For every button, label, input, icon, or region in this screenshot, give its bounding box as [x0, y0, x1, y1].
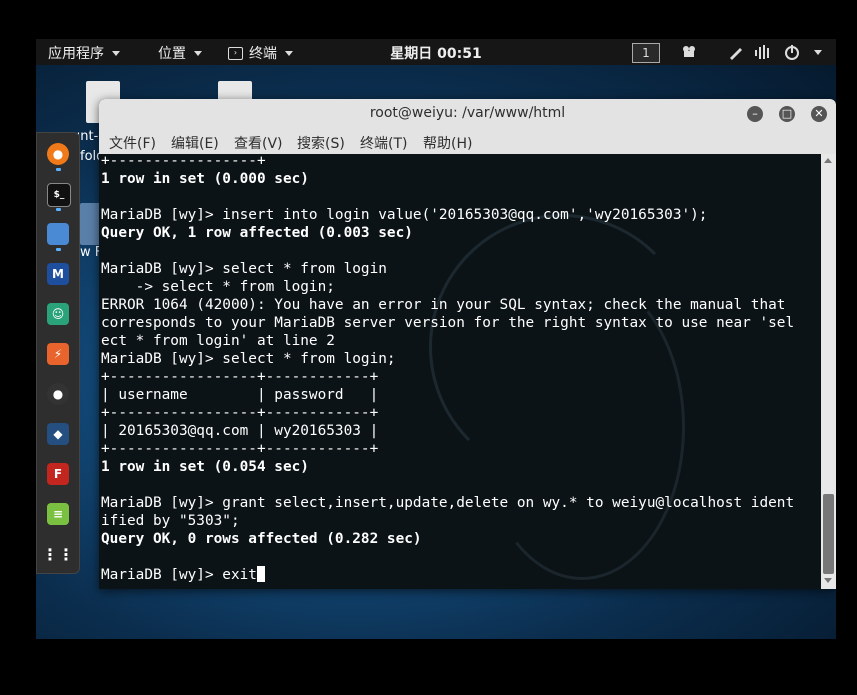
terminal-line: | 20165303@qq.com | wy20165303 |	[101, 422, 794, 440]
running-indicator	[56, 168, 61, 171]
terminal-line: MariaDB [wy]> select * from login;	[101, 350, 794, 368]
terminal-line: Query OK, 1 row affected (0.003 sec)	[101, 224, 794, 242]
show-apps-icon[interactable]: ⋮⋮	[42, 543, 74, 565]
files-icon[interactable]	[47, 223, 69, 245]
terminal-line-text: Query OK, 0 rows affected (0.282 sec)	[101, 531, 422, 547]
terminal-line: | username | password |	[101, 386, 794, 404]
running-indicator	[56, 208, 61, 211]
terminal-line: ified by "5303";	[101, 512, 794, 530]
maximize-button[interactable]: □	[779, 106, 795, 122]
terminal-output[interactable]: +-----------------+ 1 row in set (0.000 s…	[99, 154, 821, 589]
top-panel: 应用程序 位置 › 终端 星期日 00:51 1	[36, 39, 836, 65]
terminal-line: 1 row in set (0.000 sec)	[101, 170, 794, 188]
pen-icon[interactable]	[728, 44, 744, 64]
terminal-line: +-----------------+------------+	[101, 440, 794, 458]
terminal-line: +-----------------+------------+	[101, 368, 794, 386]
terminal-line-text: +-----------------+	[101, 154, 266, 169]
menu-help[interactable]: 帮助(H)	[423, 133, 472, 153]
menu-edit[interactable]: 编辑(E)	[171, 133, 219, 153]
metasploit-icon[interactable]: M	[47, 263, 69, 285]
clock[interactable]: 星期日 00:51	[36, 43, 836, 63]
terminal-lines: +-----------------+ 1 row in set (0.000 s…	[101, 154, 794, 584]
video-camera-icon[interactable]	[682, 44, 698, 58]
scroll-down-arrow[interactable]	[824, 578, 832, 583]
terminal-line: +-----------------+------------+	[101, 404, 794, 422]
terminal-line-text: ect * from login' at line 2	[101, 333, 335, 349]
terminal-line-text: | username | password |	[101, 387, 379, 403]
terminal-line-text: +-----------------+------------+	[101, 405, 379, 421]
menu-search[interactable]: 搜索(S)	[297, 133, 345, 153]
volume-icon[interactable]	[754, 44, 770, 64]
terminal-line: +-----------------+	[101, 154, 794, 170]
faraday-icon[interactable]: F	[47, 463, 69, 485]
terminal-line-text: +-----------------+------------+	[101, 441, 379, 457]
terminal-line: MariaDB [wy]> grant select,insert,update…	[101, 494, 794, 512]
terminal-line: -> select * from login;	[101, 278, 794, 296]
power-icon[interactable]	[784, 44, 800, 64]
menu-file[interactable]: 文件(F)	[109, 133, 156, 153]
terminal-line: MariaDB [wy]> exit	[101, 566, 794, 584]
text-cursor	[256, 566, 265, 582]
maltego-icon[interactable]: ●	[47, 383, 69, 405]
terminal-line: MariaDB [wy]> select * from login	[101, 260, 794, 278]
menu-view[interactable]: 查看(V)	[234, 133, 283, 153]
terminal-line-text: 1 row in set (0.054 sec)	[101, 459, 309, 475]
terminal-line-text: ERROR 1064 (42000): You have an error in…	[101, 297, 786, 313]
menu-bar: 文件(F) 编辑(E) 查看(V) 搜索(S) 终端(T) 帮助(H)	[99, 129, 836, 154]
terminal-line-text: 1 row in set (0.000 sec)	[101, 171, 309, 187]
minimize-button[interactable]: –	[747, 106, 763, 122]
terminal-icon[interactable]: $_	[47, 183, 71, 207]
terminal-line-text: MariaDB [wy]> grant select,insert,update…	[101, 495, 795, 511]
close-button[interactable]: ✕	[811, 106, 827, 122]
terminal-line: ERROR 1064 (42000): You have an error in…	[101, 296, 794, 314]
terminal-line-text: | 20165303@qq.com | wy20165303 |	[101, 423, 379, 439]
terminal-line-text: MariaDB [wy]> exit	[101, 567, 257, 583]
terminal-line-text: MariaDB [wy]> select * from login	[101, 261, 387, 277]
terminal-line-text: corresponds to your MariaDB server versi…	[101, 315, 795, 331]
dock: ● $_ M ☺ ⚡ ● ◆ F ≡ ⋮⋮	[36, 132, 80, 574]
burpsuite-icon[interactable]: ⚡	[47, 343, 69, 365]
window-title: root@weiyu: /var/www/html	[369, 105, 566, 121]
terminal-line: ect * from login' at line 2	[101, 332, 794, 350]
terminal-line: corresponds to your MariaDB server versi…	[101, 314, 794, 332]
terminal-line-text: MariaDB [wy]> select * from login;	[101, 351, 396, 367]
leafpad-icon[interactable]: ≡	[47, 503, 69, 525]
firefox-icon[interactable]: ●	[47, 143, 69, 165]
armitage-icon[interactable]: ☺	[47, 303, 69, 325]
workspace-indicator[interactable]: 1	[632, 43, 660, 63]
terminal-window[interactable]: root@weiyu: /var/www/html – □ ✕ 文件(F) 编辑…	[99, 99, 836, 589]
terminal-scrollbar[interactable]	[821, 154, 836, 589]
terminal-line-text: ified by "5303";	[101, 513, 240, 529]
window-titlebar[interactable]: root@weiyu: /var/www/html – □ ✕	[99, 99, 836, 130]
running-indicator	[56, 248, 61, 251]
terminal-line: 1 row in set (0.054 sec)	[101, 458, 794, 476]
beef-icon[interactable]: ◆	[47, 423, 69, 445]
terminal-line: MariaDB [wy]> insert into login value('2…	[101, 206, 794, 224]
terminal-line-text: Query OK, 1 row affected (0.003 sec)	[101, 225, 413, 241]
terminal-line-text: +-----------------+------------+	[101, 369, 379, 385]
scroll-thumb[interactable]	[823, 494, 834, 574]
terminal-line: Query OK, 0 rows affected (0.282 sec)	[101, 530, 794, 548]
menu-terminal[interactable]: 终端(T)	[360, 133, 407, 153]
terminal-line-text: MariaDB [wy]> insert into login value('2…	[101, 207, 708, 223]
terminal-line-text: -> select * from login;	[101, 279, 335, 295]
chevron-down-icon[interactable]	[814, 50, 822, 55]
scroll-up-arrow[interactable]	[824, 158, 832, 163]
